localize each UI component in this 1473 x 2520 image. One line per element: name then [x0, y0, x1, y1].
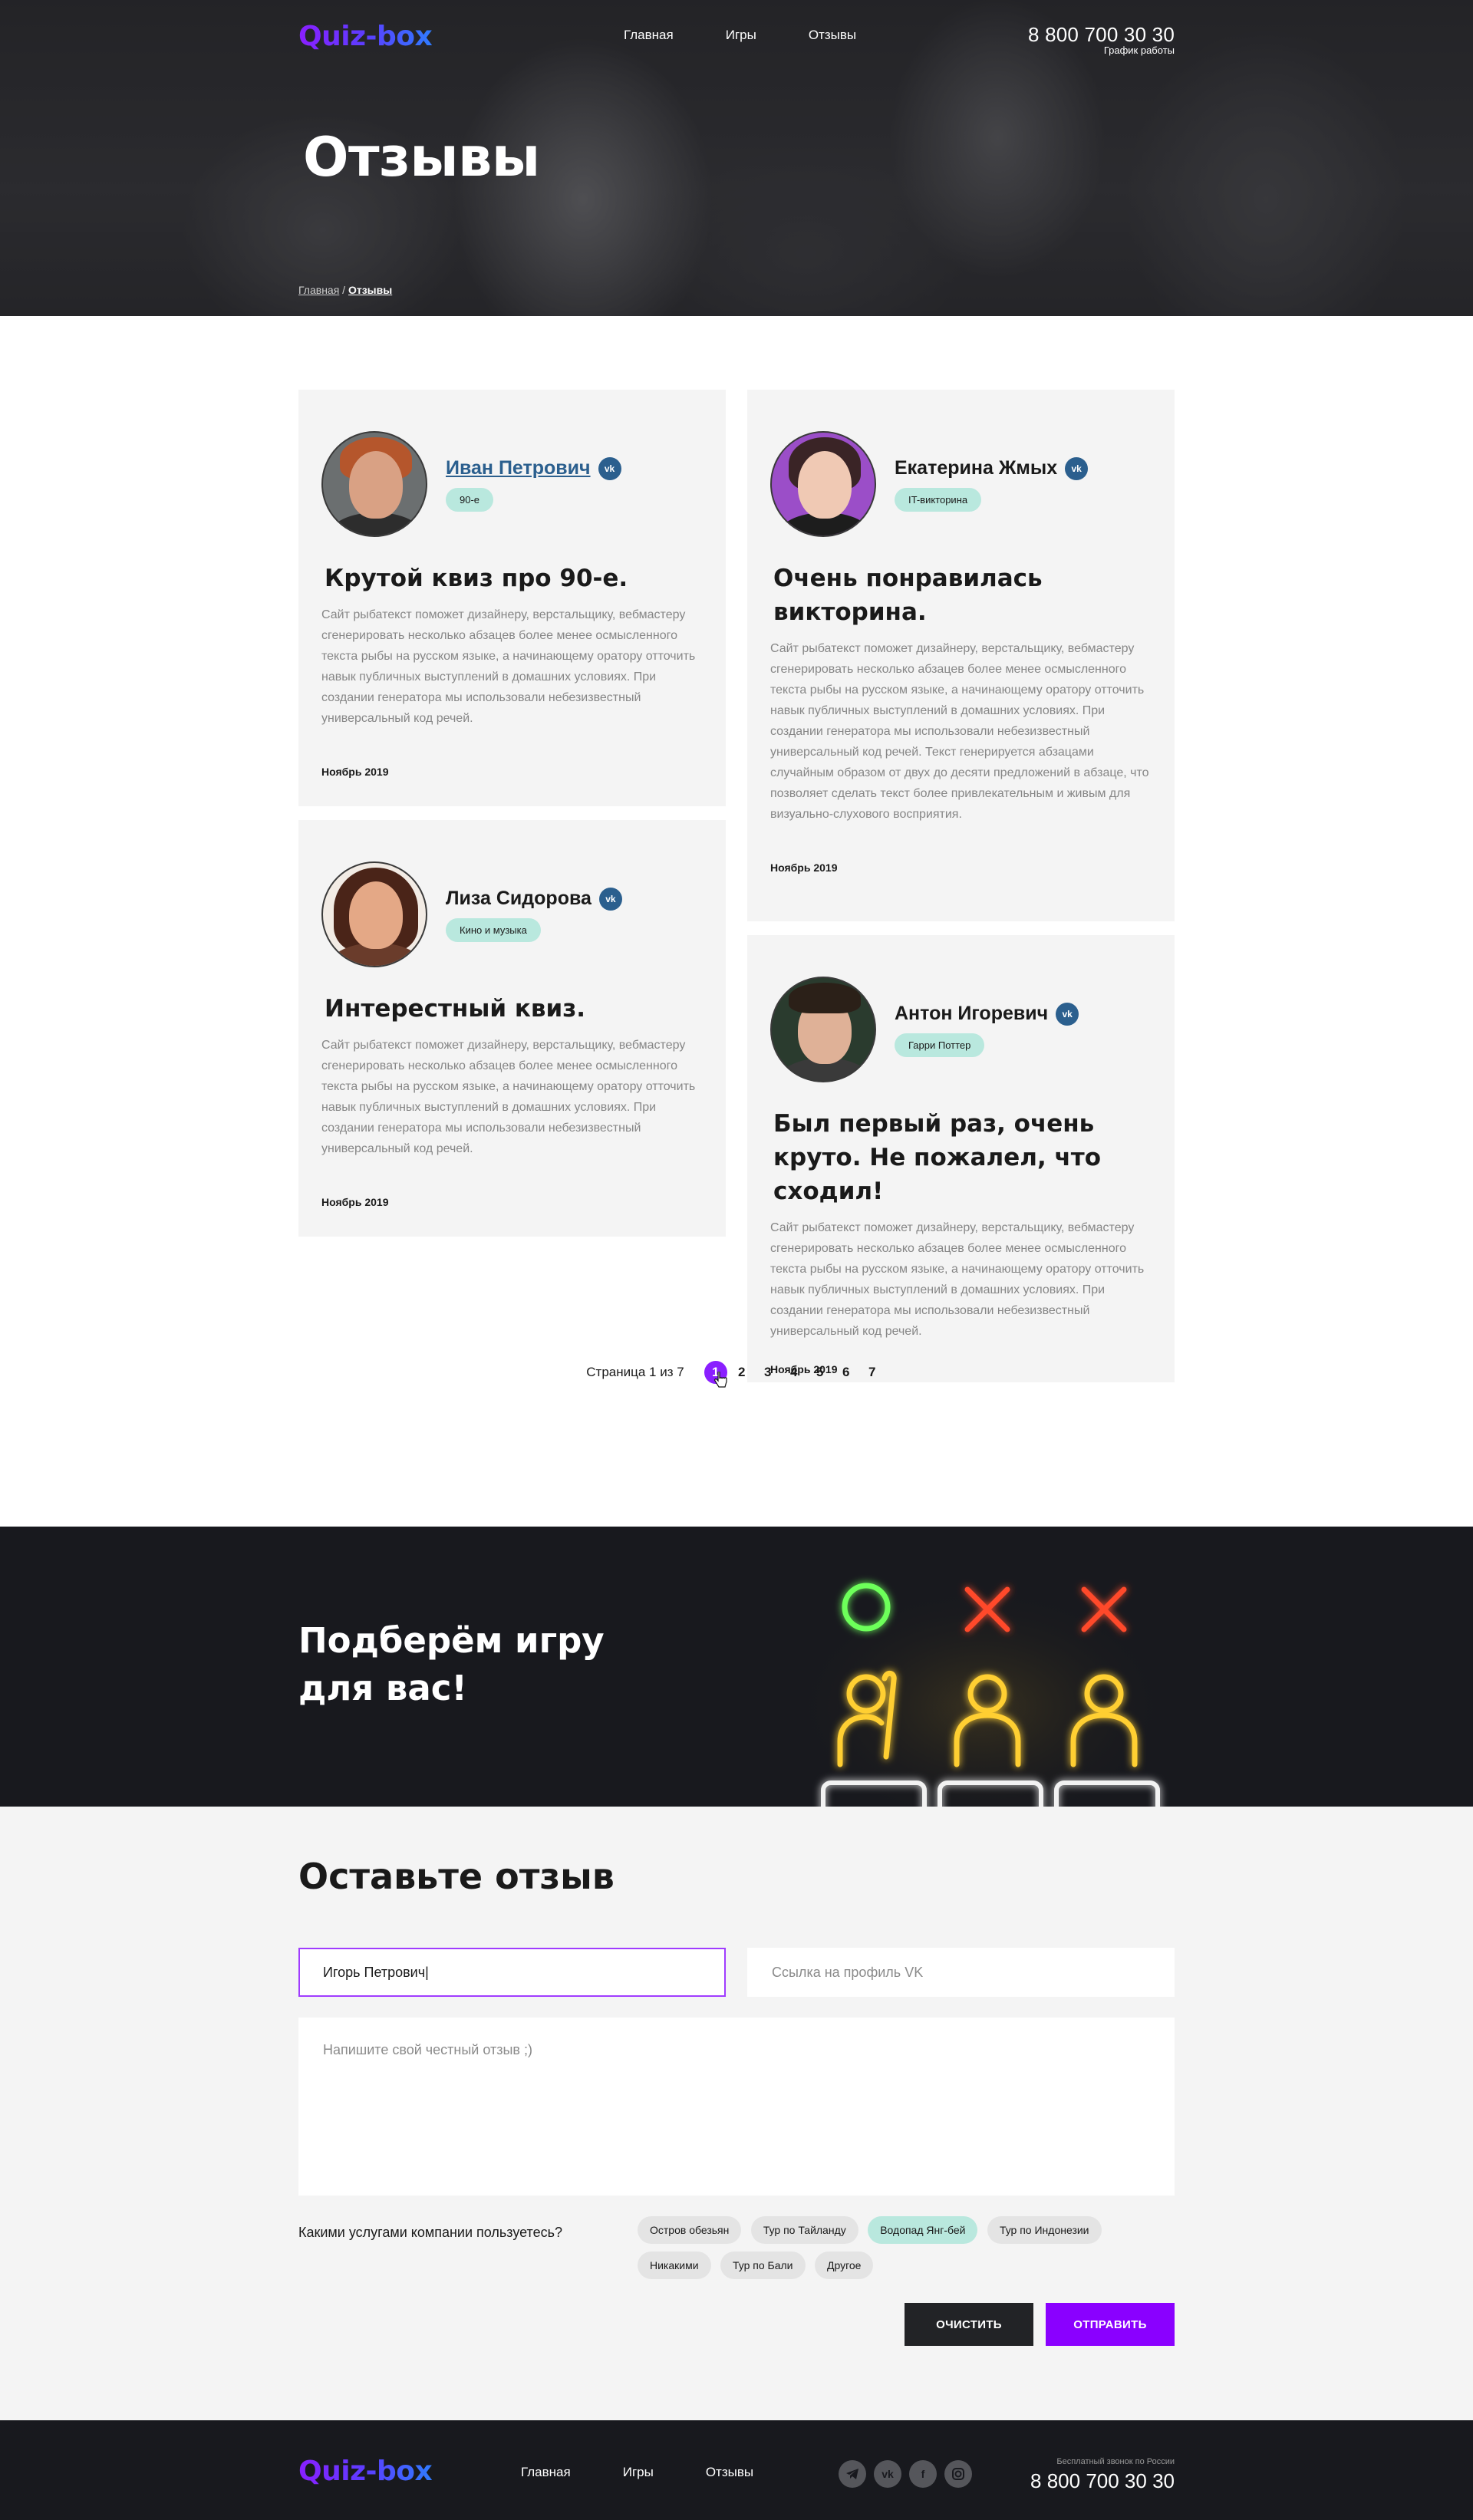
footer-contacts: Бесплатный звонок по России 8 800 700 30…	[1030, 2457, 1175, 2493]
service-chip[interactable]: Тур по Тайланду	[750, 2216, 858, 2244]
menu-item-reviews[interactable]: Отзывы	[809, 28, 856, 43]
top-nav: Quiz-box Главная Игры Отзывы 8 800 700 3…	[298, 0, 1175, 72]
page-1[interactable]: 1	[704, 1361, 727, 1388]
breadcrumb-separator: /	[339, 284, 348, 296]
avatar	[321, 861, 427, 967]
service-chip[interactable]: Остров обезьян	[638, 2216, 742, 2244]
vk-icon[interactable]: vk	[598, 887, 622, 911]
promo-banner: Подберём игру для вас!	[0, 1527, 1473, 1807]
facebook-icon[interactable]: f	[909, 2460, 937, 2488]
main-menu: Главная Игры Отзывы	[624, 28, 908, 43]
review-date: Ноябрь 2019	[321, 766, 389, 778]
review-text: Сайт рыбатекст поможет дизайнеру, верста…	[770, 642, 1149, 821]
avatar	[321, 431, 427, 537]
review-text: Сайт рыбатекст поможет дизайнеру, верста…	[770, 1221, 1145, 1338]
review-textarea[interactable]: Напишите свой честный отзыв ;)	[298, 2018, 1175, 2196]
vk-icon[interactable]: vk	[1065, 456, 1089, 480]
promo-title-line2: для вас!	[298, 1668, 467, 1708]
social-links: vk f	[839, 2460, 972, 2488]
avatar	[770, 431, 876, 537]
page-title: Отзывы	[303, 126, 540, 189]
avatar	[770, 977, 876, 1082]
send-button[interactable]: ОТПРАВИТЬ	[1046, 2303, 1175, 2346]
review-card: Иван Петрович vk 90-е Крутой квиз про 90…	[298, 390, 726, 806]
vk-icon[interactable]: vk	[874, 2460, 901, 2488]
service-chip-selected[interactable]: Водопад Янг-бей	[868, 2216, 978, 2244]
page-6[interactable]: 6	[835, 1365, 858, 1380]
review-title: Был первый раз, очень круто. Не пожалел,…	[773, 1110, 1102, 1205]
review-text: Сайт рыбатекст поможет дизайнеру, верста…	[321, 608, 696, 725]
service-chip[interactable]: Другое	[814, 2252, 874, 2279]
reviewer-name: Антон Игоревич	[895, 1003, 1049, 1024]
breadcrumb-home[interactable]: Главная	[298, 284, 339, 296]
pagination-label: Страница 1 из 7	[586, 1365, 684, 1379]
logo[interactable]: Quiz-box	[298, 21, 433, 52]
telegram-icon[interactable]	[839, 2460, 866, 2488]
promo-title-line1: Подберём игру	[298, 1620, 605, 1661]
footer: Quiz-box Главная Игры Отзывы vk f Беспла…	[0, 2420, 1473, 2520]
footer-menu-home[interactable]: Главная	[521, 2465, 571, 2480]
reviewer-name: Екатерина Жмых	[895, 457, 1058, 479]
instagram-icon[interactable]	[944, 2460, 972, 2488]
review-title: Крутой квиз про 90-е.	[325, 565, 628, 592]
review-text: Сайт рыбатекст поможет дизайнеру, верста…	[321, 1039, 696, 1155]
footer-menu: Главная Игры Отзывы	[521, 2465, 806, 2480]
review-date: Ноябрь 2019	[321, 1196, 389, 1208]
review-form-section: Оставьте отзыв Игорь Петрович| Ссылка на…	[0, 1807, 1473, 2420]
service-chip[interactable]: Никакими	[638, 2252, 711, 2279]
vk-icon[interactable]: vk	[1056, 1002, 1079, 1026]
reviewer-name: Лиза Сидорова	[446, 888, 592, 909]
category-tag: IT-викторина	[895, 487, 982, 512]
services-chips: Остров обезьян Тур по Тайланду Водопад Я…	[638, 2216, 1175, 2287]
page-7[interactable]: 7	[861, 1365, 884, 1380]
footer-menu-games[interactable]: Игры	[623, 2465, 654, 2480]
category-tag: Кино и музыка	[446, 917, 541, 942]
breadcrumb: Главная / Отзывы	[298, 284, 392, 296]
reviewer-name[interactable]: Иван Петрович	[446, 457, 591, 479]
service-chip[interactable]: Тур по Бали	[720, 2252, 806, 2279]
clear-button[interactable]: ОЧИСТИТЬ	[905, 2303, 1033, 2346]
header-phone[interactable]: 8 800 700 30 30	[1028, 23, 1175, 47]
review-card: Антон Игоревич vk Гарри Поттер Был первы…	[747, 935, 1175, 1382]
header-contacts: 8 800 700 30 30 График работы	[1028, 23, 1175, 56]
page-5[interactable]: 5	[809, 1365, 832, 1380]
promo-title: Подберём игру для вас!	[298, 1617, 605, 1712]
name-input[interactable]: Игорь Петрович|	[298, 1948, 726, 1997]
menu-item-home[interactable]: Главная	[624, 28, 674, 43]
review-title: Очень понравилась викторина.	[773, 565, 1043, 626]
footer-menu-reviews[interactable]: Отзывы	[706, 2465, 753, 2480]
services-question: Какими услугами компании пользуетесь?	[298, 2225, 562, 2240]
hero-banner: Quiz-box Главная Игры Отзывы 8 800 700 3…	[0, 0, 1473, 316]
page-3[interactable]: 3	[756, 1365, 779, 1380]
reviews-section: Иван Петрович vk 90-е Крутой квиз про 90…	[0, 316, 1473, 1527]
review-card: Лиза Сидорова vk Кино и музыка Интерестн…	[298, 820, 726, 1237]
category-tag: Гарри Поттер	[895, 1033, 985, 1057]
review-title: Интерестный квиз.	[325, 995, 586, 1023]
breadcrumb-current: Отзывы	[348, 284, 393, 296]
form-title: Оставьте отзыв	[298, 1856, 615, 1897]
category-tag: 90-е	[446, 487, 494, 512]
hand-cursor-icon	[713, 1372, 727, 1388]
footer-phone[interactable]: 8 800 700 30 30	[1030, 2469, 1175, 2493]
pagination: Страница 1 из 7 1 2 3 4 5 6 7	[0, 1361, 1473, 1388]
review-date: Ноябрь 2019	[770, 861, 838, 874]
vk-icon[interactable]: vk	[598, 456, 621, 480]
page-4[interactable]: 4	[783, 1365, 806, 1380]
menu-item-games[interactable]: Игры	[726, 28, 756, 43]
page-2[interactable]: 2	[730, 1365, 753, 1380]
neon-quiz-players-icon	[789, 1557, 1173, 1807]
vk-profile-input[interactable]: Ссылка на профиль VK	[747, 1948, 1175, 1997]
free-call-label: Бесплатный звонок по России	[1056, 2457, 1175, 2466]
review-card: Екатерина Жмых vk IT-викторина Очень пон…	[747, 390, 1175, 921]
footer-logo[interactable]: Quiz-box	[298, 2456, 433, 2487]
service-chip[interactable]: Тур по Индонезии	[987, 2216, 1102, 2244]
